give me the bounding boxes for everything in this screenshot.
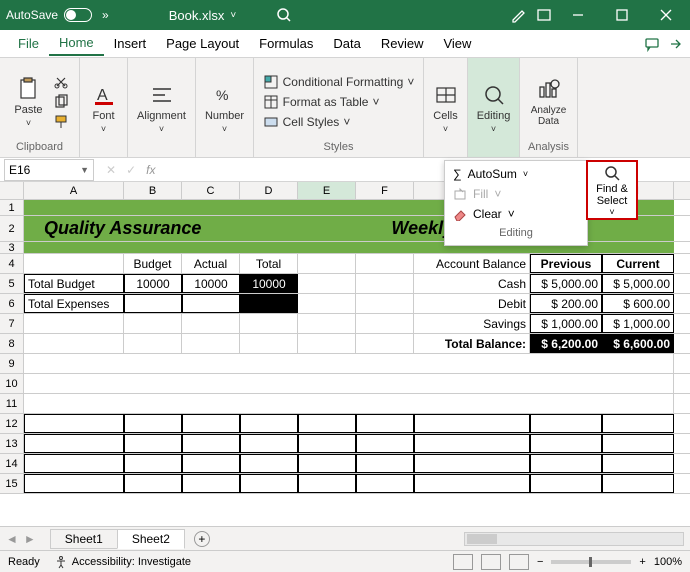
tab-home[interactable]: Home [49, 31, 104, 56]
zoom-level[interactable]: 100% [654, 556, 682, 568]
fill-button[interactable]: Fill ˅ [453, 187, 579, 201]
group-styles: Conditional Formatting ˅ Format as Table… [254, 58, 424, 157]
autosave-toggle[interactable]: AutoSave [6, 8, 92, 22]
ribbon: Paste ˅ Clipboard A Font˅ Alignment˅ % N… [0, 58, 690, 158]
clear-button[interactable]: Clear ˅ [453, 207, 579, 221]
col-header-b[interactable]: B [124, 182, 182, 199]
sheet-tab-bar: ◄ ► Sheet1 Sheet2 + [0, 526, 690, 550]
cell-styles-button[interactable]: Cell Styles ˅ [263, 114, 351, 130]
more-icon[interactable]: » [102, 8, 109, 22]
svg-text:%: % [216, 87, 228, 103]
sheet-nav-next-icon[interactable]: ► [24, 532, 36, 546]
alignment-label: Alignment [137, 110, 186, 122]
editing-label: Editing [477, 110, 511, 122]
font-label: Font [92, 110, 114, 122]
cells-button[interactable]: Cells˅ [429, 80, 463, 136]
toggle-switch[interactable] [64, 8, 92, 22]
col-header-f[interactable]: F [356, 182, 414, 199]
zoom-slider[interactable] [551, 560, 631, 564]
search-icon[interactable] [276, 7, 292, 23]
fill-icon [453, 187, 467, 201]
alignment-button[interactable]: Alignment˅ [133, 80, 190, 136]
number-label: Number [205, 110, 244, 122]
fx-icon[interactable]: fx [146, 163, 155, 177]
find-select-button[interactable]: Find & Select ˅ [586, 160, 638, 220]
tab-file[interactable]: File [8, 32, 49, 55]
tab-view[interactable]: View [433, 32, 481, 55]
eraser-icon [453, 207, 467, 221]
sheet-tab-1[interactable]: Sheet1 [50, 529, 118, 549]
conditional-formatting-button[interactable]: Conditional Formatting ˅ [263, 74, 415, 90]
filename-dropdown-icon[interactable]: ˅ [230, 10, 236, 21]
ribbon-display-icon[interactable] [536, 7, 552, 23]
editing-button[interactable]: Editing˅ [473, 80, 515, 136]
status-ready: Ready [8, 556, 40, 568]
normal-view-button[interactable] [453, 554, 473, 570]
cells-label: Cells [433, 110, 457, 122]
autosave-label: AutoSave [6, 8, 58, 22]
format-painter-icon[interactable] [53, 114, 69, 130]
analyze-data-button[interactable]: Analyze Data [527, 75, 571, 129]
styles-label: Styles [324, 141, 354, 155]
zoom-in-button[interactable]: + [639, 556, 645, 568]
new-sheet-button[interactable]: + [194, 531, 210, 547]
pen-icon[interactable] [510, 6, 528, 24]
group-analysis: Analyze Data Analysis [520, 58, 578, 157]
tab-data[interactable]: Data [323, 32, 370, 55]
col-header-e[interactable]: E [298, 182, 356, 199]
zoom-out-button[interactable]: − [537, 556, 543, 568]
close-button[interactable] [648, 0, 684, 30]
tab-insert[interactable]: Insert [104, 32, 157, 55]
page-break-view-button[interactable] [509, 554, 529, 570]
tab-formulas[interactable]: Formulas [249, 32, 323, 55]
copy-icon[interactable] [53, 94, 69, 110]
page-layout-view-button[interactable] [481, 554, 501, 570]
ribbon-tabs: File Home Insert Page Layout Formulas Da… [0, 30, 690, 58]
name-box[interactable]: E16▼ [4, 159, 94, 181]
clipboard-label: Clipboard [16, 141, 63, 155]
select-all-cell[interactable] [0, 182, 24, 199]
group-font: A Font˅ [80, 58, 128, 157]
file-name: Book.xlsx [169, 8, 225, 23]
editing-dropdown-panel: ∑AutoSum ˅ Fill ˅ Clear ˅ Editing [444, 160, 588, 246]
cut-icon[interactable] [53, 74, 69, 90]
tab-pagelayout[interactable]: Page Layout [156, 32, 249, 55]
accessibility-button[interactable]: Accessibility: Investigate [54, 555, 191, 569]
paste-label: Paste [14, 104, 42, 116]
sheet-nav-prev-icon[interactable]: ◄ [6, 532, 18, 546]
font-button[interactable]: A Font˅ [87, 80, 121, 136]
svg-text:A: A [97, 87, 108, 104]
minimize-button[interactable] [560, 0, 596, 30]
format-as-table-button[interactable]: Format as Table ˅ [263, 94, 380, 110]
number-button[interactable]: % Number˅ [201, 80, 248, 136]
col-header-c[interactable]: C [182, 182, 240, 199]
tab-review[interactable]: Review [371, 32, 434, 55]
col-header-a[interactable]: A [24, 182, 124, 199]
group-cells: Cells˅ [424, 58, 468, 157]
sigma-icon: ∑ [453, 167, 462, 181]
paste-button[interactable]: Paste ˅ [10, 74, 46, 130]
cancel-formula-icon[interactable]: ✕ [106, 163, 116, 177]
analyze-label: Analyze Data [531, 105, 567, 127]
editing-panel-label: Editing [453, 227, 579, 239]
share-icon[interactable] [666, 36, 682, 52]
col-header-d[interactable]: D [240, 182, 298, 199]
analysis-label: Analysis [528, 141, 569, 155]
group-clipboard: Paste ˅ Clipboard [0, 58, 80, 157]
autosum-button[interactable]: ∑AutoSum ˅ [453, 167, 579, 181]
group-editing: Editing˅ [468, 58, 520, 157]
status-bar: Ready Accessibility: Investigate − + 100… [0, 550, 690, 572]
title-bar: AutoSave » Book.xlsx ˅ [0, 0, 690, 30]
group-alignment: Alignment˅ [128, 58, 196, 157]
comments-icon[interactable] [644, 36, 660, 52]
group-number: % Number˅ [196, 58, 254, 157]
enter-formula-icon[interactable]: ✓ [126, 163, 136, 177]
maximize-button[interactable] [604, 0, 640, 30]
horizontal-scrollbar[interactable] [464, 532, 684, 546]
banner-left: Quality Assurance [44, 218, 201, 239]
sheet-tab-2[interactable]: Sheet2 [117, 529, 185, 549]
